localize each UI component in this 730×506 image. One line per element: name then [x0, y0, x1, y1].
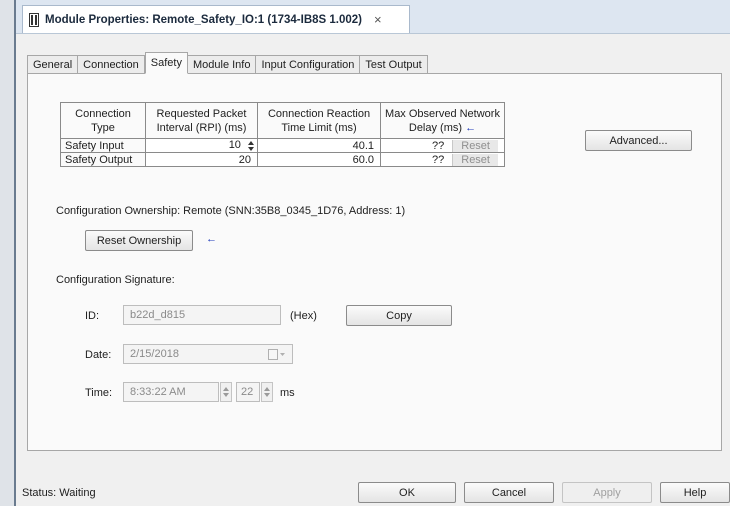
tab-safety[interactable]: Safety	[144, 52, 188, 74]
document-tab-bar: Module Properties: Remote_Safety_IO:1 (1…	[16, 0, 730, 34]
safety-tab-panel: Connection Type Requested Packet Interva…	[27, 73, 722, 451]
left-arrow-icon: ←	[206, 233, 217, 245]
document-tab[interactable]: Module Properties: Remote_Safety_IO:1 (1…	[22, 5, 410, 33]
left-arrow-icon: ←	[465, 121, 477, 134]
row-type: Safety Output	[60, 152, 146, 167]
ok-button[interactable]: OK	[358, 482, 456, 503]
ownership-text: Configuration Ownership: Remote (SNN:35B…	[56, 205, 406, 217]
header-connection-type: Connection Type	[60, 102, 146, 139]
apply-button[interactable]: Apply	[562, 482, 652, 503]
cancel-button[interactable]: Cancel	[464, 482, 554, 503]
reset-delay-button[interactable]: Reset	[452, 153, 498, 166]
table-row: Safety Input 10 40.1 ?? Reset	[60, 138, 505, 153]
delay-value: ??	[432, 139, 445, 152]
calendar-icon	[268, 349, 286, 363]
delay-cell: ?? Reset	[380, 152, 505, 167]
dialog-body: General Connection Safety Module Info In…	[16, 34, 730, 506]
header-reaction-time: Connection Reaction Time Limit (ms)	[257, 102, 381, 139]
document-icon	[29, 12, 39, 27]
reset-delay-button[interactable]: Reset	[452, 139, 498, 152]
window-title: Module Properties: Remote_Safety_IO:1 (1…	[45, 13, 363, 26]
signature-id-field: b22d_d815	[123, 305, 281, 325]
hex-suffix: (Hex)	[290, 310, 317, 322]
tab-test-output[interactable]: Test Output	[360, 55, 428, 74]
id-label: ID:	[85, 310, 100, 322]
tab-input-configuration[interactable]: Input Configuration	[256, 55, 361, 74]
delay-value: ??	[432, 153, 445, 166]
safety-connection-table: Connection Type Requested Packet Interva…	[60, 102, 505, 167]
table-row: Safety Output 20 60.0 ?? Reset	[60, 152, 505, 167]
spin-updown-icon[interactable]	[247, 140, 255, 152]
reaction-value: 60.0	[257, 152, 381, 167]
ms-spin-icon	[261, 382, 273, 402]
header-network-delay-label: Max Observed Network Delay (ms)	[385, 107, 500, 134]
date-value: 2/15/2018	[130, 348, 179, 360]
ms-suffix: ms	[280, 387, 295, 399]
time-label: Time:	[85, 387, 113, 399]
close-icon[interactable]: ×	[374, 12, 382, 27]
reset-ownership-button[interactable]: Reset Ownership	[85, 230, 193, 251]
date-label: Date:	[85, 349, 112, 361]
table-header-row: Connection Type Requested Packet Interva…	[60, 102, 505, 139]
tab-connection[interactable]: Connection	[78, 55, 145, 74]
reaction-value: 40.1	[257, 138, 381, 153]
rpi-value: 10	[228, 139, 241, 152]
status-text: Status: Waiting	[22, 487, 96, 499]
rpi-input-safety-input[interactable]: 10	[145, 138, 258, 153]
advanced-button[interactable]: Advanced...	[585, 130, 692, 151]
signature-time-field: 8:33:22 AM	[123, 382, 219, 402]
header-rpi: Requested Packet Interval (RPI) (ms)	[145, 102, 258, 139]
help-button[interactable]: Help	[660, 482, 730, 503]
tab-strip: General Connection Safety Module Info In…	[27, 52, 428, 74]
copy-button[interactable]: Copy	[346, 305, 452, 326]
delay-cell: ?? Reset	[380, 138, 505, 153]
signature-date-field: 2/15/2018	[123, 344, 293, 364]
time-spin-icon	[220, 382, 232, 402]
header-network-delay: Max Observed Network Delay (ms) ←	[380, 102, 505, 139]
tab-module-info[interactable]: Module Info	[187, 55, 257, 74]
tab-general[interactable]: General	[27, 55, 79, 74]
rpi-value: 20	[145, 152, 258, 167]
dialog-window: Module Properties: Remote_Safety_IO:1 (1…	[14, 0, 730, 506]
signature-title: Configuration Signature:	[56, 274, 175, 286]
row-type: Safety Input	[60, 138, 146, 153]
signature-ms-field: 22	[236, 382, 260, 402]
